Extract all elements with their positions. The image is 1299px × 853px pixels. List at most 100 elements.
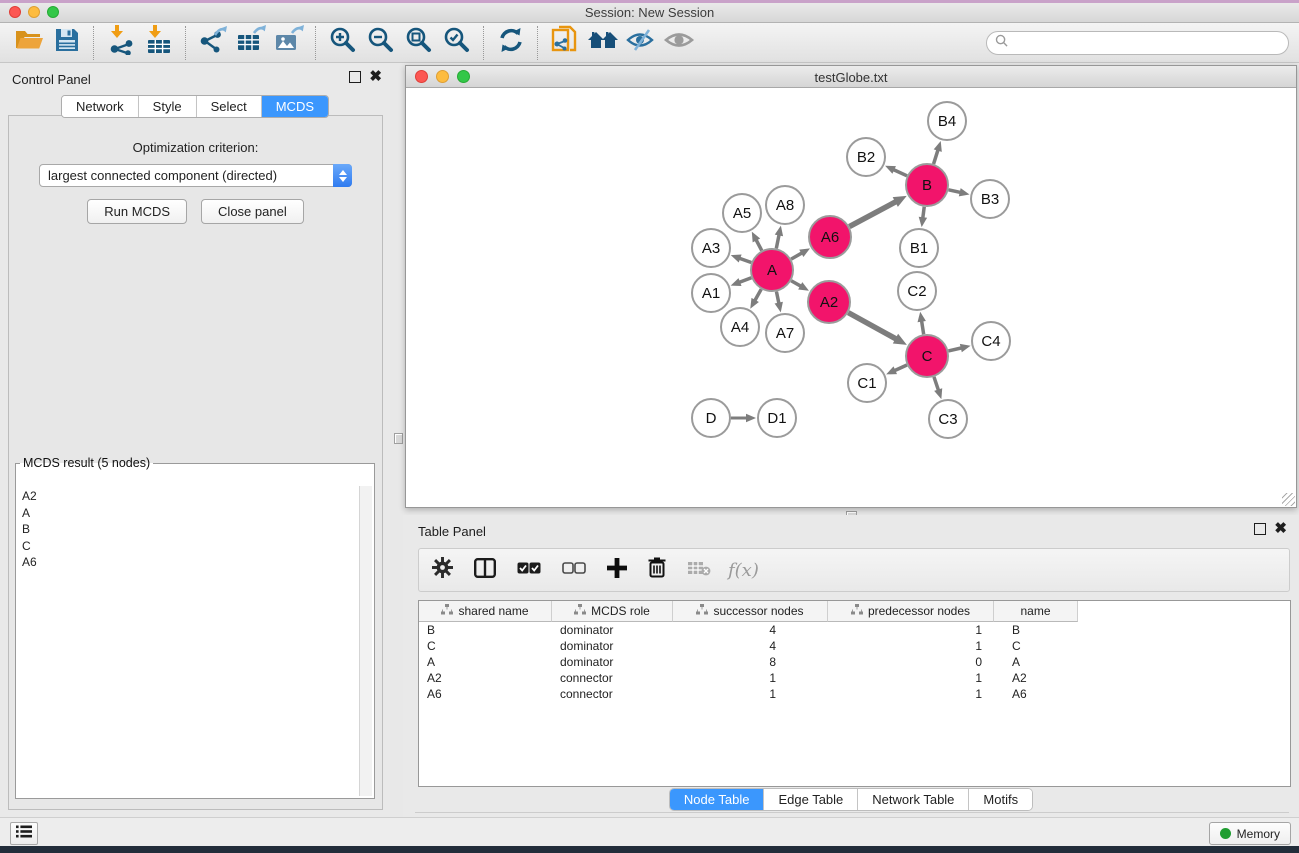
table-cell[interactable]: 1 <box>673 687 828 701</box>
table-cell[interactable]: C <box>994 639 1078 653</box>
graph-node-C3[interactable]: C3 <box>929 400 967 438</box>
table-cell[interactable]: B <box>419 623 552 637</box>
list-item[interactable]: C <box>22 538 359 555</box>
table-row[interactable]: A6connector11A6 <box>419 686 1290 702</box>
graph-node-C1[interactable]: C1 <box>848 364 886 402</box>
optimization-criterion-select[interactable]: largest connected component (directed) <box>39 164 352 187</box>
close-panel-icon[interactable]: ✖ <box>369 72 382 82</box>
graph-node-A[interactable]: A <box>751 249 793 291</box>
graph-node-D[interactable]: D <box>692 399 730 437</box>
tab-node-table[interactable]: Node Table <box>670 789 765 810</box>
open-session-button[interactable] <box>10 25 48 61</box>
hide-selected-button[interactable] <box>622 25 660 61</box>
graph-node-C2[interactable]: C2 <box>898 272 936 310</box>
list-item[interactable]: B <box>22 521 359 538</box>
select-all-button[interactable] <box>517 561 541 579</box>
zoom-selected-button[interactable] <box>438 25 476 61</box>
graph-node-A3[interactable]: A3 <box>692 229 730 267</box>
graph-edge[interactable] <box>934 149 939 164</box>
graph-edge[interactable] <box>948 190 961 193</box>
table-cell[interactable]: A <box>419 655 552 669</box>
graph-node-A7[interactable]: A7 <box>766 314 804 352</box>
table-cell[interactable]: A2 <box>419 671 552 685</box>
graph-node-B1[interactable]: B1 <box>900 229 938 267</box>
graph-node-C[interactable]: C <box>906 335 948 377</box>
table-cell[interactable]: dominator <box>552 623 673 637</box>
table-cell[interactable]: C <box>419 639 552 653</box>
new-network-from-selection-button[interactable] <box>546 25 584 61</box>
tab-style[interactable]: Style <box>139 96 197 117</box>
tab-mcds[interactable]: MCDS <box>262 96 328 117</box>
import-table-button[interactable] <box>140 25 178 61</box>
graph-edge[interactable] <box>738 258 751 263</box>
mcds-result-list[interactable]: A2ABCA6 <box>18 486 359 796</box>
memory-button[interactable]: Memory <box>1209 822 1291 845</box>
network-graph[interactable]: AA1A2A3A4A5A6A7A8BB1B2B3B4CC1C2C3C4DD1 <box>406 87 1296 507</box>
table-header[interactable]: shared nameMCDS rolesuccessor nodesprede… <box>419 601 1290 622</box>
graph-node-A2[interactable]: A2 <box>808 281 850 323</box>
node-table[interactable]: shared nameMCDS rolesuccessor nodesprede… <box>418 600 1291 787</box>
graph-edge[interactable] <box>893 365 906 371</box>
table-row[interactable]: Adominator80A <box>419 654 1290 670</box>
list-item[interactable]: A2 <box>22 488 359 505</box>
first-neighbors-button[interactable] <box>584 25 622 61</box>
table-cell[interactable]: 4 <box>673 623 828 637</box>
graph-edge[interactable] <box>848 313 897 340</box>
table-cell[interactable]: 1 <box>828 687 994 701</box>
tab-motifs[interactable]: Motifs <box>969 789 1032 810</box>
table-cell[interactable]: A6 <box>994 687 1078 701</box>
table-cell[interactable]: dominator <box>552 655 673 669</box>
graph-edge[interactable] <box>892 169 907 176</box>
table-cell[interactable]: dominator <box>552 639 673 653</box>
tab-edge-table[interactable]: Edge Table <box>764 789 858 810</box>
run-mcds-button[interactable]: Run MCDS <box>87 199 187 224</box>
graph-edge[interactable] <box>921 320 923 335</box>
splitter-grip[interactable] <box>394 433 403 444</box>
graph-edge[interactable] <box>754 289 761 302</box>
export-network-button[interactable] <box>194 25 232 61</box>
add-row-button[interactable] <box>607 558 627 583</box>
graph-node-A6[interactable]: A6 <box>809 216 851 258</box>
table-cell[interactable]: connector <box>552 687 673 701</box>
table-cell[interactable]: A6 <box>419 687 552 701</box>
table-row[interactable]: Cdominator41C <box>419 638 1290 654</box>
float-panel-icon[interactable] <box>349 71 361 83</box>
table-cell[interactable]: 1 <box>828 639 994 653</box>
graph-node-B[interactable]: B <box>906 164 948 206</box>
zoom-in-button[interactable] <box>324 25 362 61</box>
table-cell[interactable]: B <box>994 623 1078 637</box>
graph-edge[interactable] <box>776 233 779 248</box>
search-field[interactable] <box>986 31 1289 55</box>
import-network-button[interactable] <box>102 25 140 61</box>
export-image-button[interactable] <box>270 25 308 61</box>
graph-node-B2[interactable]: B2 <box>847 138 885 176</box>
tab-network[interactable]: Network <box>62 96 139 117</box>
float-panel-icon[interactable] <box>1254 523 1266 535</box>
list-item[interactable]: A6 <box>22 554 359 571</box>
close-panel-button[interactable]: Close panel <box>201 199 304 224</box>
export-table-button[interactable] <box>232 25 270 61</box>
apply-layout-button[interactable] <box>492 25 530 61</box>
resize-grip[interactable] <box>1282 493 1295 506</box>
table-cell[interactable]: A <box>994 655 1078 669</box>
table-cell[interactable]: A2 <box>994 671 1078 685</box>
table-cell[interactable]: connector <box>552 671 673 685</box>
list-item[interactable]: A <box>22 505 359 522</box>
graph-edge[interactable] <box>849 201 897 227</box>
table-cell[interactable]: 1 <box>828 671 994 685</box>
table-row[interactable]: A2connector11A2 <box>419 670 1290 686</box>
graph-edge[interactable] <box>791 252 803 259</box>
graph-edge[interactable] <box>738 278 751 283</box>
graph-node-D1[interactable]: D1 <box>758 399 796 437</box>
graph-node-A5[interactable]: A5 <box>723 194 761 232</box>
show-all-button[interactable] <box>660 25 698 61</box>
close-panel-icon[interactable]: ✖ <box>1274 524 1287 534</box>
task-history-button[interactable] <box>10 822 38 845</box>
graph-edge[interactable] <box>934 377 939 392</box>
graph-node-B3[interactable]: B3 <box>971 180 1009 218</box>
table-cell[interactable]: 8 <box>673 655 828 669</box>
delete-row-button[interactable] <box>648 557 666 583</box>
delete-table-button[interactable] <box>687 560 711 581</box>
save-session-button[interactable] <box>48 25 86 61</box>
zoom-fit-button[interactable] <box>400 25 438 61</box>
